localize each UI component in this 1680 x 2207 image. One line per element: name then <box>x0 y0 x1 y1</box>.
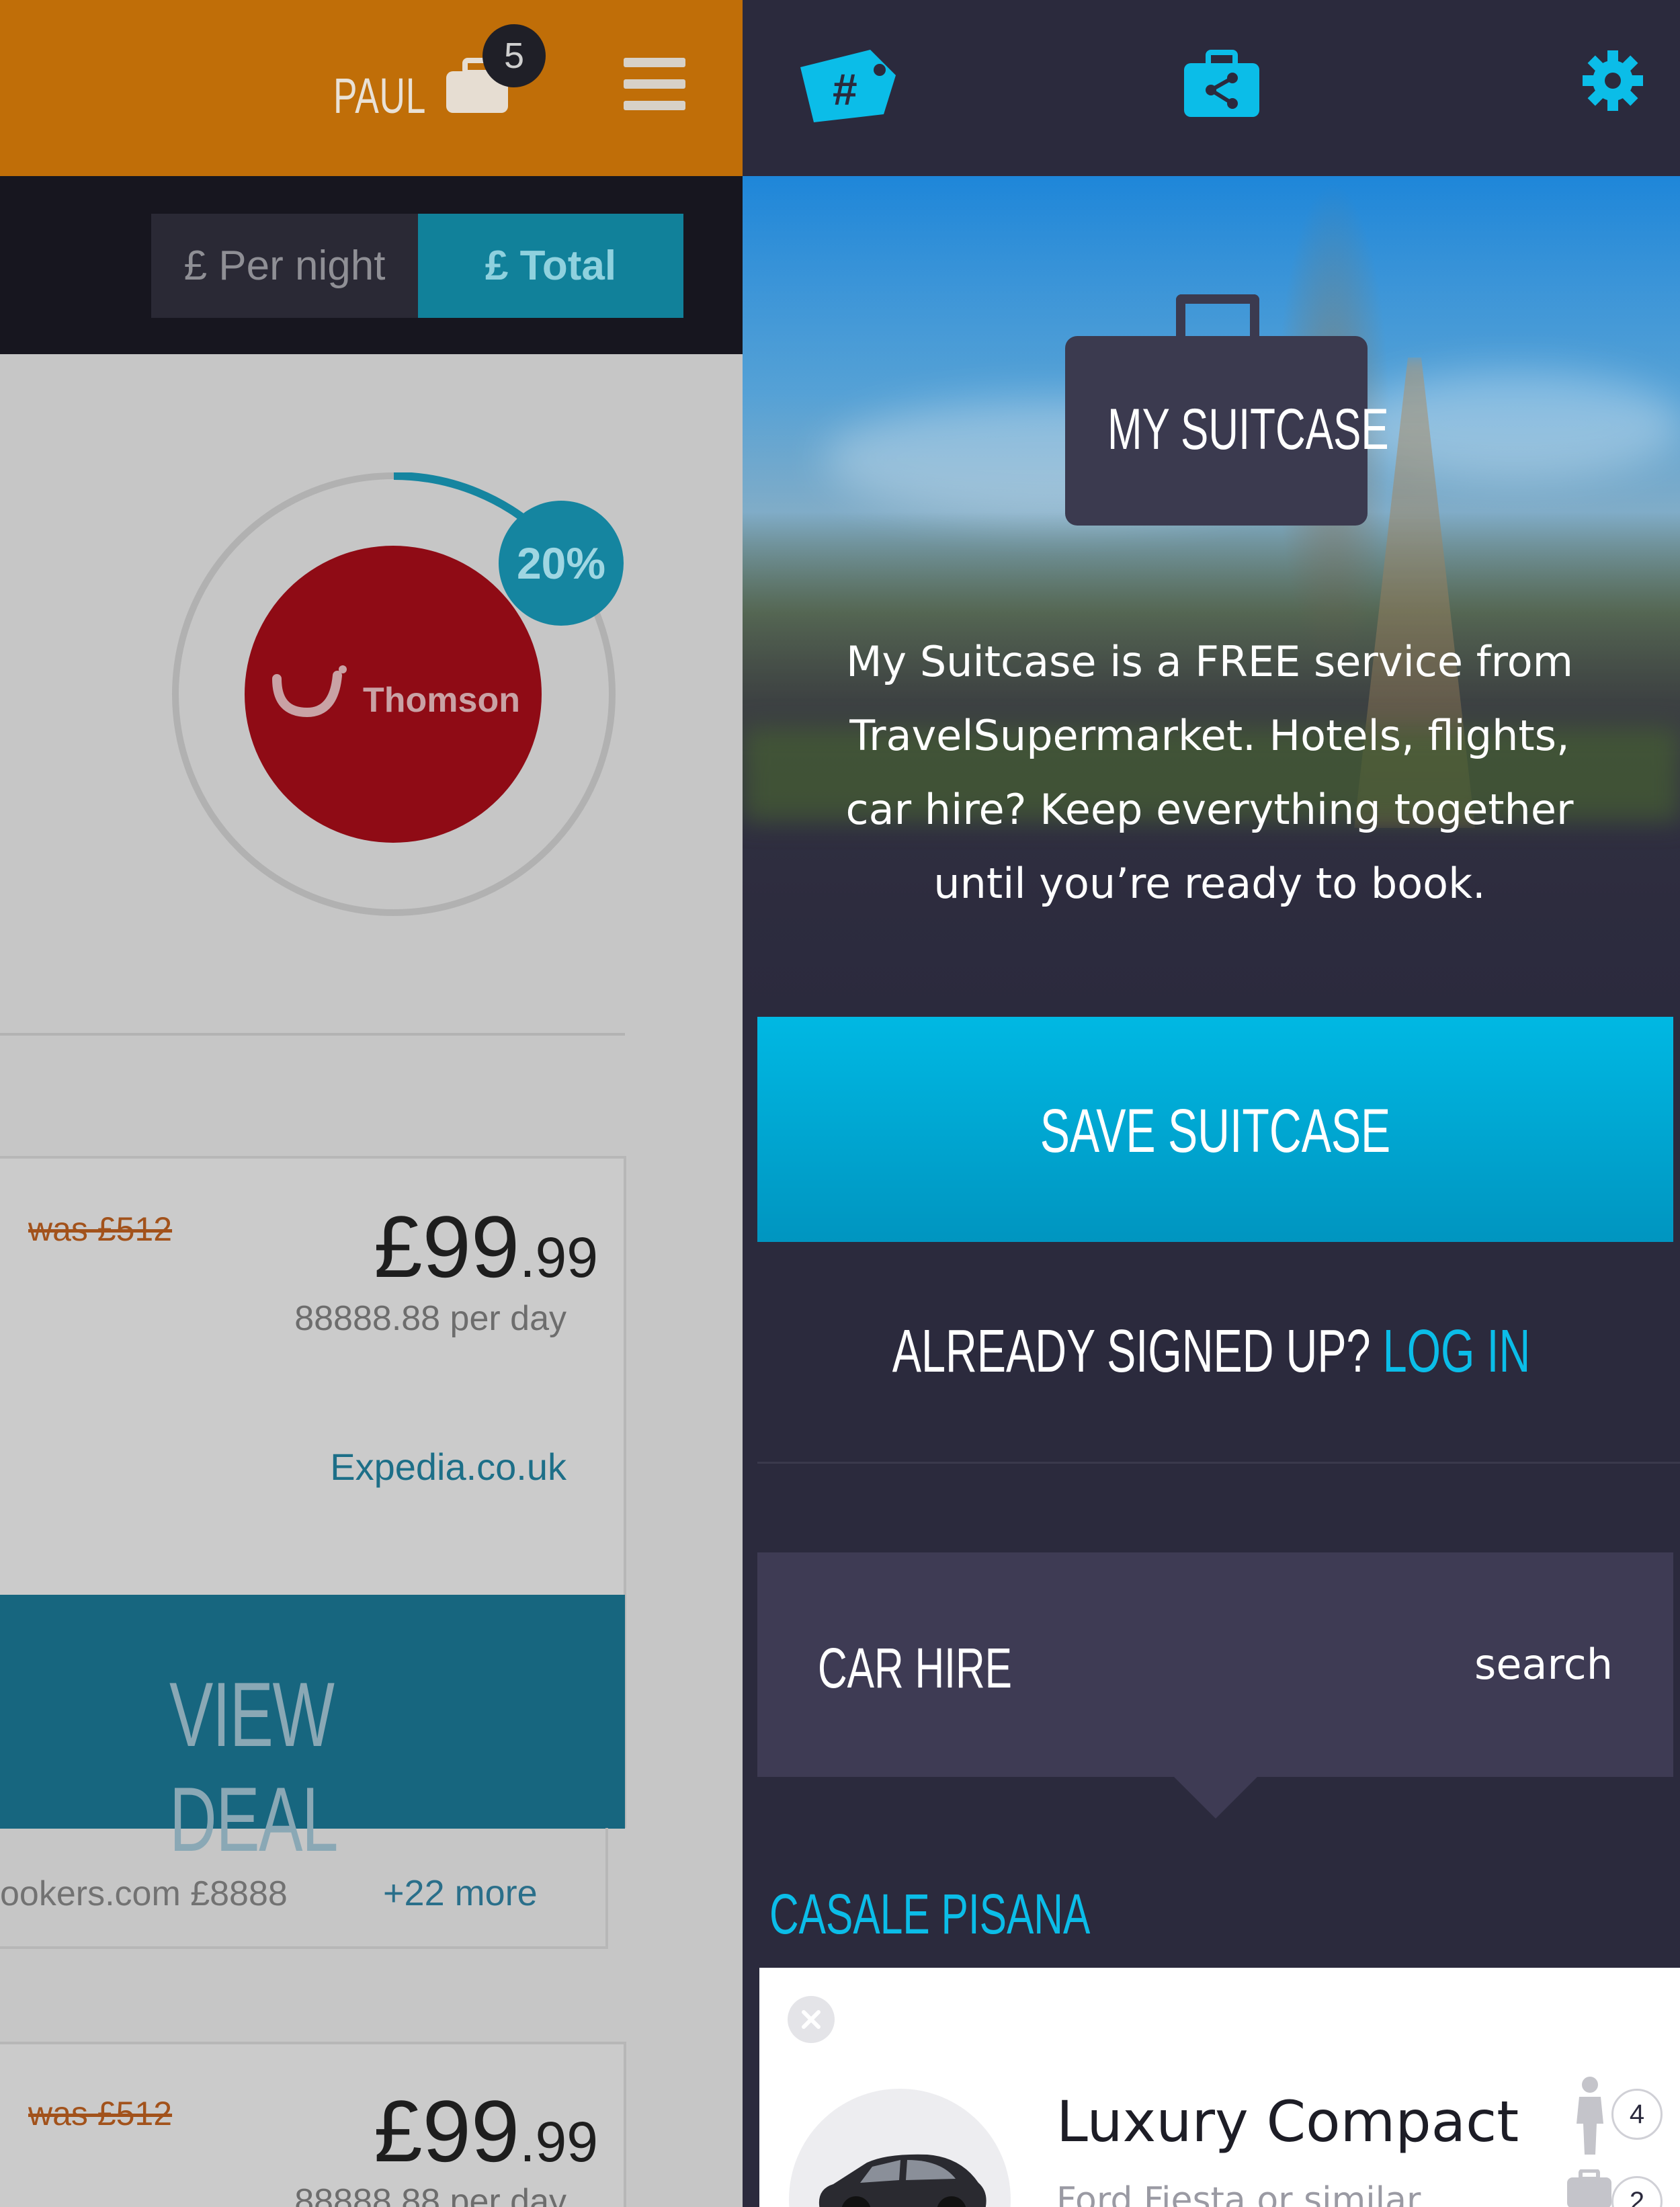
hashtag-tag-icon[interactable]: # <box>796 47 897 122</box>
user-name[interactable]: PAUL <box>333 67 426 124</box>
car-subtitle: Ford Fiesta or similar <box>1056 2180 1421 2207</box>
suitcase-intro: My Suitcase is a FREE service from Trave… <box>845 637 1574 908</box>
price-toggle[interactable]: £ Per night £ Total <box>151 214 683 318</box>
was-price: was £512 <box>28 1210 173 1248</box>
was-price: was £512 <box>28 2095 173 2132</box>
car-icon <box>819 2154 986 2207</box>
thomson-smile-icon <box>272 665 347 718</box>
remove-item-button[interactable] <box>788 1996 835 2043</box>
gear-icon[interactable] <box>1583 50 1643 111</box>
section-title: CAR HIRE <box>818 1636 1013 1700</box>
per-night-option[interactable]: £ Per night <box>151 214 418 318</box>
discount-badge: 20% <box>499 501 624 626</box>
suitcase-count-badge: 5 <box>482 24 546 87</box>
suitcase-title: MY SUITCASE <box>1107 397 1389 462</box>
passenger-count: 4 <box>1611 2089 1663 2140</box>
view-deal-button[interactable]: VIEW DEAL <box>0 1595 625 1870</box>
hamburger-menu-icon[interactable] <box>624 58 685 112</box>
total-option[interactable]: £ Total <box>418 214 683 318</box>
car-title: Luxury Compact <box>1056 2089 1519 2155</box>
save-suitcase-button[interactable]: SAVE SUITCASE <box>757 1017 1673 1242</box>
luggage-count: 2 <box>1611 2176 1663 2207</box>
login-prompt: ALREADY SIGNED UP? LOG IN <box>874 1317 1548 1386</box>
section-search-link[interactable]: search <box>1474 1640 1613 1689</box>
provider-link[interactable]: Expedia.co.uk <box>330 1445 566 1489</box>
suitcase-handle <box>1176 294 1259 341</box>
divider <box>0 1033 625 1036</box>
section-pointer <box>1173 1776 1259 1819</box>
per-day-price: 88888.88 per day <box>294 2182 566 2207</box>
suitcase-graphic: MY SUITCASE <box>1065 336 1389 526</box>
car-hire-section-header[interactable]: CAR HIRE search <box>757 1552 1673 1777</box>
login-link[interactable]: LOG IN <box>1383 1318 1531 1385</box>
car-result-card[interactable]: Luxury Compact Ford Fiesta or similar 4 … <box>759 1968 1680 2207</box>
passenger-icon <box>1577 2077 1603 2155</box>
signed-up-question: ALREADY SIGNED UP? <box>892 1318 1383 1385</box>
share-suitcase-icon[interactable] <box>1183 50 1261 118</box>
per-day-price: 88888.88 per day <box>294 1299 566 1338</box>
brand-name: Thomson <box>363 681 520 720</box>
deal-price: £99.99 <box>374 1198 598 1296</box>
background-page: PAUL 5 £ Per night £ Total Thomson 20% w… <box>0 0 743 2207</box>
other-provider-price: ookers.com £8888 <box>0 1874 288 1913</box>
more-providers-link[interactable]: +22 more <box>383 1872 538 1914</box>
luggage-icon <box>1567 2169 1611 2207</box>
svg-text:#: # <box>833 65 857 114</box>
divider <box>757 1462 1680 1464</box>
deal-price: £99.99 <box>374 2082 598 2180</box>
location-heading: CASALE PISANA <box>769 1882 1091 1946</box>
suitcase-drawer: # MY SUITCASE My Suitcase is a FREE serv… <box>743 0 1680 2207</box>
close-icon <box>802 2010 821 2029</box>
